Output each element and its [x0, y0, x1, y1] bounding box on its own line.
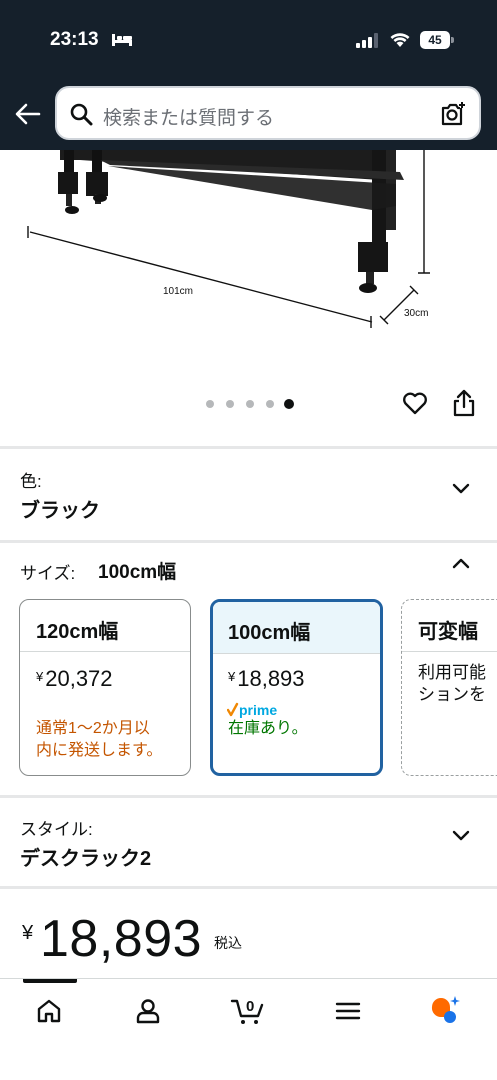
size-card-price: ¥20,372 — [36, 666, 113, 692]
size-card-header: 120cm幅 — [20, 600, 190, 652]
price-amount: 18,893 — [40, 910, 203, 968]
carousel-dot-active[interactable] — [284, 399, 294, 409]
size-card-100cm-selected[interactable]: 100cm幅 ¥18,893 prime 在庫あり。 — [210, 599, 383, 776]
size-card-title: 可変幅 — [418, 621, 478, 643]
active-tab-indicator — [23, 979, 77, 983]
search-icon — [70, 103, 93, 126]
width-dimension-label: 101cm — [163, 286, 193, 297]
size-card-price-value: 18,893 — [237, 666, 305, 691]
size-card-title: 100cm幅 — [228, 622, 311, 644]
depth-dimension-label: 30cm — [404, 308, 428, 319]
rufus-icon[interactable] — [428, 993, 462, 1027]
color-option-label: 色: — [20, 472, 42, 491]
product-image[interactable]: 101cm 30cm — [0, 150, 497, 380]
size-card-price-value: 20,372 — [45, 666, 113, 691]
size-option-value: 100cm幅 — [98, 562, 177, 583]
shipping-note-line: 内に発送します。 — [36, 742, 163, 759]
section-divider — [0, 540, 497, 543]
section-divider — [0, 795, 497, 798]
cart-count: 0 — [246, 998, 254, 1015]
size-card-variable[interactable]: 可変幅 利用可能 ションを — [401, 599, 497, 776]
battery-indicator: 45 — [420, 31, 454, 49]
color-option-value: ブラック — [20, 500, 100, 522]
status-bar: 23:13 45 — [0, 0, 497, 82]
camera-search-icon[interactable] — [439, 100, 467, 128]
availability-note: 利用可能 ションを — [418, 662, 486, 706]
wishlist-heart-icon[interactable] — [401, 389, 429, 417]
image-carousel-dots[interactable] — [204, 398, 294, 410]
stock-status: 在庫あり。 — [228, 720, 308, 737]
menu-icon[interactable] — [333, 996, 363, 1026]
carousel-dot[interactable] — [246, 400, 254, 408]
carousel-dot[interactable] — [266, 400, 274, 408]
currency-symbol: ¥ — [228, 669, 236, 684]
size-card-header: 100cm幅 — [213, 602, 380, 654]
rack-dimension-illustration: 101cm 30cm — [27, 150, 430, 328]
shipping-note-line: 通常1～2か月以 — [36, 720, 150, 737]
carousel-dot[interactable] — [226, 400, 234, 408]
cellular-signal-icon — [356, 33, 378, 48]
section-divider — [0, 446, 497, 449]
currency-symbol: ¥ — [36, 669, 44, 684]
search-input[interactable]: 検索または質問する — [103, 103, 274, 130]
size-card-120cm[interactable]: 120cm幅 ¥20,372 通常1～2か月以 内に発送します。 — [19, 599, 191, 776]
cart-icon[interactable]: 0 — [230, 996, 266, 1026]
search-bar[interactable]: 検索または質問する — [55, 86, 481, 140]
top-header: 23:13 45 検索または質問する — [0, 0, 497, 150]
carousel-dot[interactable] — [206, 400, 214, 408]
size-option-cards: 120cm幅 ¥20,372 通常1～2か月以 内に発送します。 100cm幅 … — [0, 599, 497, 779]
back-arrow-icon[interactable] — [14, 100, 42, 128]
size-card-price: ¥18,893 — [228, 666, 305, 692]
account-icon[interactable] — [133, 996, 163, 1026]
availability-note-line: ションを — [418, 685, 486, 704]
wifi-icon — [390, 33, 410, 47]
chevron-up-icon[interactable] — [451, 553, 471, 573]
battery-level: 45 — [420, 31, 450, 49]
style-option-label: スタイル: — [20, 820, 93, 839]
sleep-focus-icon — [112, 34, 132, 46]
availability-note-line: 利用可能 — [418, 663, 486, 682]
chevron-down-icon[interactable] — [451, 826, 471, 846]
share-icon[interactable] — [451, 388, 477, 418]
style-option-value: デスクラック2 — [20, 848, 152, 870]
status-time: 23:13 — [50, 29, 99, 50]
size-card-header: 可変幅 — [402, 600, 497, 652]
price-currency-symbol: ¥ — [22, 922, 34, 944]
battery-nub — [451, 37, 454, 43]
shipping-note: 通常1～2か月以 内に発送します。 — [36, 718, 162, 762]
prime-label: prime — [239, 702, 277, 718]
chevron-down-icon[interactable] — [451, 479, 471, 499]
size-card-title: 120cm幅 — [36, 621, 119, 643]
section-divider — [0, 886, 497, 889]
size-option-label: サイズ: — [20, 564, 76, 583]
tax-included-label: 税込 — [214, 935, 242, 951]
home-icon[interactable] — [34, 996, 64, 1026]
bottom-navigation: 0 — [0, 978, 497, 1080]
